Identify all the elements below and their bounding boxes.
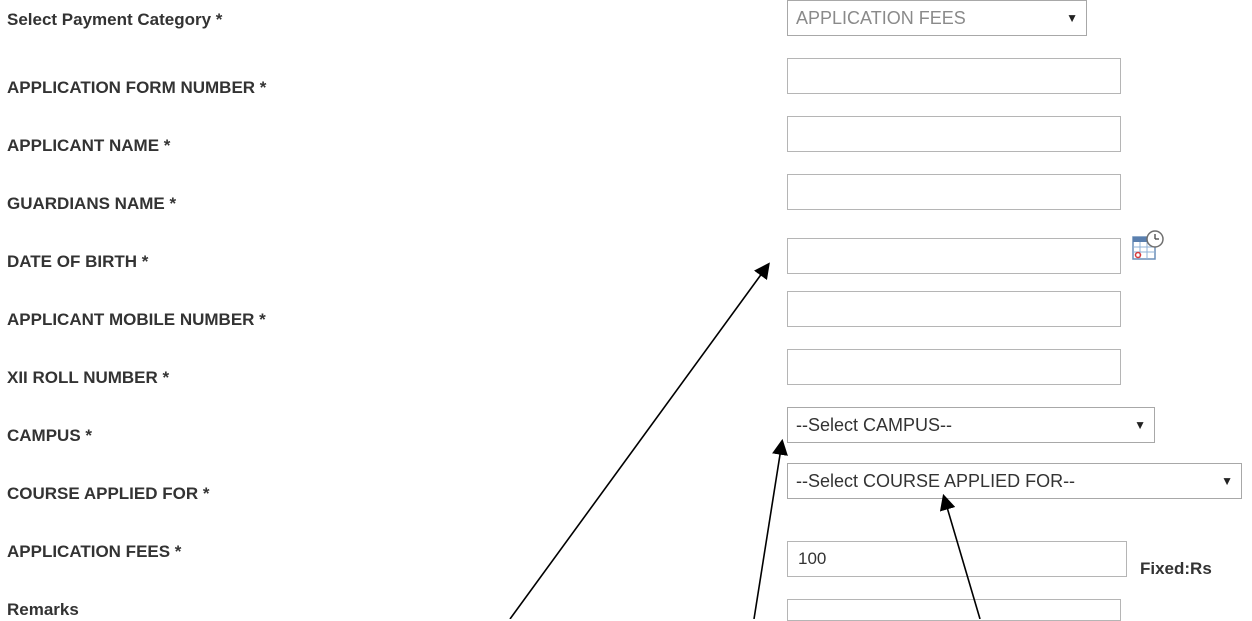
campus-select[interactable]: --Select CAMPUS-- ▼ bbox=[787, 407, 1155, 443]
application-fees-label: APPLICATION FEES * bbox=[7, 542, 182, 561]
date-of-birth-label: DATE OF BIRTH * bbox=[7, 252, 149, 271]
course-applied-for-select[interactable]: --Select COURSE APPLIED FOR-- ▼ bbox=[787, 463, 1242, 499]
campus-selected: --Select CAMPUS-- bbox=[796, 415, 953, 435]
payment-category-label: Select Payment Category * bbox=[7, 10, 223, 29]
payment-category-select[interactable]: APPLICATION FEES ▼ bbox=[787, 0, 1087, 36]
arrow-to-campus-select bbox=[753, 438, 788, 619]
course-applied-for-selected: --Select COURSE APPLIED FOR-- bbox=[796, 471, 1076, 491]
chevron-down-icon: ▼ bbox=[1221, 474, 1233, 488]
applicant-mobile-number-label: APPLICANT MOBILE NUMBER * bbox=[7, 310, 266, 329]
fixed-fee-note: Fixed:Rs bbox=[1140, 559, 1212, 578]
guardians-name-input[interactable] bbox=[787, 174, 1121, 210]
application-form-number-input[interactable] bbox=[787, 58, 1121, 94]
application-fees-input[interactable]: 100 bbox=[787, 541, 1127, 577]
xii-roll-number-input[interactable] bbox=[787, 349, 1121, 385]
remarks-input[interactable] bbox=[787, 599, 1121, 621]
applicant-name-input[interactable] bbox=[787, 116, 1121, 152]
chevron-down-icon: ▼ bbox=[1134, 418, 1146, 432]
course-applied-for-label: COURSE APPLIED FOR * bbox=[7, 484, 210, 503]
campus-label: CAMPUS * bbox=[7, 426, 93, 445]
applicant-name-label: APPLICANT NAME * bbox=[7, 136, 171, 155]
xii-roll-number-label: XII ROLL NUMBER * bbox=[7, 368, 170, 387]
application-form-number-label: APPLICATION FORM NUMBER * bbox=[7, 78, 267, 97]
date-of-birth-input[interactable] bbox=[787, 238, 1121, 274]
applicant-mobile-number-input[interactable] bbox=[787, 291, 1121, 327]
calendar-clock-icon[interactable] bbox=[1130, 228, 1166, 264]
remarks-label: Remarks bbox=[7, 600, 79, 619]
payment-category-selected: APPLICATION FEES bbox=[796, 8, 966, 28]
guardians-name-label: GUARDIANS NAME * bbox=[7, 194, 177, 213]
chevron-down-icon: ▼ bbox=[1066, 11, 1078, 25]
arrow-to-date-of-birth bbox=[509, 262, 770, 619]
